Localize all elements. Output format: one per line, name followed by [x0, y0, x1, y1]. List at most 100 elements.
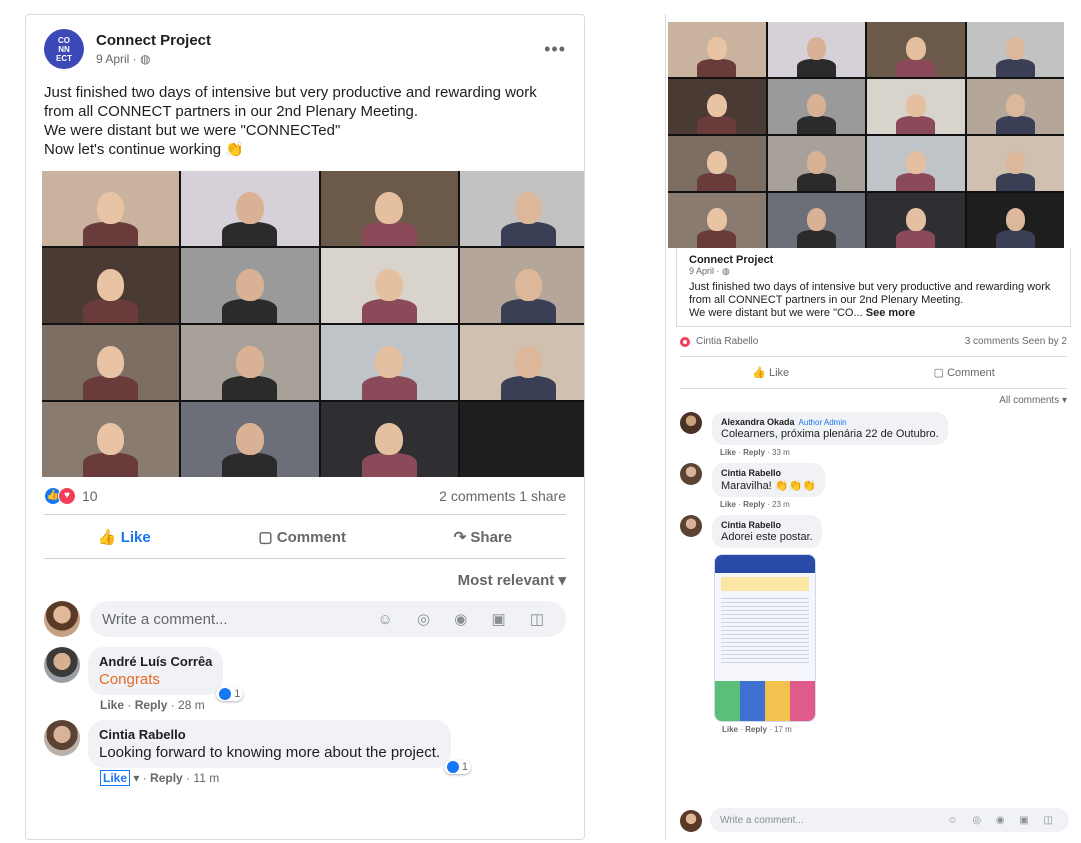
participant-tile [181, 402, 319, 477]
thumbs-up-icon: 👍 [97, 528, 117, 546]
comment-like-link[interactable]: Like [720, 448, 736, 457]
comment-like-link[interactable]: Like [100, 698, 124, 712]
comment-tools-icons[interactable]: ☺ ◎ ◉ ▣ ◫ [947, 815, 1059, 826]
love-reaction-icon [680, 336, 690, 347]
participant-tile [767, 193, 865, 248]
reaction-stats: Cintia Rabello 3 comments Seen by 2 [680, 327, 1067, 357]
participant-tile [966, 136, 1064, 191]
author-admin-badge: Author Admin [798, 418, 847, 427]
comment-like-badge[interactable]: 1 [443, 759, 472, 774]
poster-text-block [721, 595, 809, 665]
participant-tile [966, 193, 1064, 248]
participant-tile [459, 248, 584, 323]
page-name[interactable]: Connect Project [96, 32, 211, 49]
comment-item: Cintia Rabello Looking forward to knowin… [44, 720, 566, 786]
participant-tile [867, 193, 965, 248]
like-button[interactable]: 👍 Like [752, 366, 789, 379]
globe-icon: ◍ [140, 52, 151, 66]
commenter-avatar[interactable] [680, 412, 702, 434]
connect-logo-avatar[interactable]: CO NN ECT [44, 29, 84, 69]
participant-tile [867, 136, 965, 191]
reaction-count[interactable]: 10 [82, 488, 98, 504]
participant-tile [181, 248, 319, 323]
commenter-avatar[interactable] [680, 515, 702, 537]
comment-reply-link[interactable]: Reply [743, 448, 765, 457]
post-text-line: Just finished two days of intensive but … [44, 84, 537, 120]
commenter-name[interactable]: Cintia Rabello [721, 520, 813, 530]
comment-text: Looking forward to knowing more about th… [99, 744, 441, 761]
participant-tile [42, 402, 180, 477]
participant-tile [966, 79, 1064, 134]
comment-tools-icons[interactable]: ☺ ◎ ◉ ▣ ◫ [377, 610, 554, 628]
participant-tile [320, 248, 458, 323]
comment-like-link[interactable]: Like [100, 770, 131, 786]
comment-text: Colearners, próxima plenária 22 de Outub… [721, 428, 939, 440]
commenter-avatar[interactable] [44, 647, 80, 683]
comment-button[interactable]: ▢ Comment [258, 528, 346, 546]
post-actions: 👍 Like ▢ Comment [680, 357, 1067, 389]
like-button[interactable]: 👍 Like [98, 528, 151, 546]
participant-tile [320, 325, 458, 400]
attached-poster-image[interactable] [714, 554, 816, 722]
participant-tile [320, 171, 458, 246]
comment-icon: ▢ [258, 528, 273, 546]
comment-bubble: Alexandra Okada Author Admin Colearners, … [712, 412, 948, 445]
comment-time: · 28 m [170, 698, 205, 712]
participant-tile [42, 248, 180, 323]
comment-like-link[interactable]: Like [722, 725, 738, 734]
comment-input[interactable]: Write a comment... ☺ ◎ ◉ ▣ ◫ [90, 601, 566, 637]
thumbs-up-icon: 👍 [752, 367, 766, 379]
commenter-name[interactable]: André Luís Corrêa [99, 654, 212, 669]
participant-tile [867, 22, 965, 77]
comment-item: Cintia Rabello Adorei este postar. [680, 515, 1067, 548]
page-name[interactable]: Connect Project [689, 254, 1058, 266]
poster-footer-images [715, 681, 815, 721]
participant-tile [459, 402, 584, 477]
participant-tile [668, 79, 766, 134]
comment-icon: ▢ [933, 367, 945, 379]
video-call-screenshot[interactable] [42, 171, 584, 477]
commenter-name[interactable]: Cintia Rabello [721, 468, 816, 478]
share-button[interactable]: ↷ Share [454, 528, 512, 546]
participant-tile [767, 136, 865, 191]
comment-actions: Like · Reply · 23 m [720, 500, 790, 509]
post-header: CO NN ECT Connect Project 9 April · ◍ ••• [44, 15, 566, 83]
comment-button[interactable]: ▢ Comment [934, 366, 995, 379]
commenter-name[interactable]: Alexandra Okada [721, 417, 795, 427]
more-options-icon[interactable]: ••• [544, 39, 566, 60]
comment-text: Congrats [99, 671, 160, 688]
comment-input[interactable]: Write a comment... ☺ ◎ ◉ ▣ ◫ [710, 808, 1069, 832]
poster-header [715, 555, 815, 573]
post-date[interactable]: 9 April · ◍ [96, 52, 211, 66]
commenter-avatar[interactable] [680, 463, 702, 485]
participant-tile [320, 402, 458, 477]
love-reaction-icon: ♥ [58, 486, 76, 505]
like-icon [446, 761, 459, 773]
reaction-icons[interactable]: 👍 ♥ [44, 486, 76, 505]
comment-filter-dropdown[interactable]: All comments ▾ [680, 395, 1067, 406]
post-preview-card[interactable]: Connect Project 9 April · ◍ Just finishe… [676, 248, 1071, 327]
participant-tile [668, 136, 766, 191]
video-call-screenshot[interactable] [668, 22, 1064, 248]
see-more-link[interactable]: See more [866, 307, 916, 319]
participant-tile [181, 325, 319, 400]
participant-tile [459, 325, 584, 400]
comment-reply-link[interactable]: Reply [745, 725, 767, 734]
reactor-name[interactable]: Cintia Rabello [696, 336, 758, 347]
comment-like-link[interactable]: Like [720, 500, 736, 509]
comments-seen-count[interactable]: 3 comments Seen by 2 [965, 336, 1067, 347]
commenter-name[interactable]: Cintia Rabello [99, 727, 440, 742]
commenter-line: Alexandra Okada Author Admin [721, 417, 939, 427]
comments-shares-count[interactable]: 2 comments 1 share [439, 488, 566, 504]
comment-reply-link[interactable]: Reply [135, 698, 168, 712]
participant-tile [767, 79, 865, 134]
participant-tile [867, 79, 965, 134]
comment-reply-link[interactable]: Reply [743, 500, 765, 509]
facebook-post-mobile: Connect Project 9 April · ◍ Just finishe… [665, 14, 1081, 840]
comment-like-badge[interactable]: 1 [216, 686, 244, 701]
commenter-avatar[interactable] [44, 720, 80, 756]
comment-actions: Like ▾ · Reply · 11 m [88, 770, 451, 786]
comment-sort-dropdown[interactable]: Most relevant ▾ [44, 571, 566, 589]
participant-tile [42, 325, 180, 400]
comment-reply-link[interactable]: Reply [150, 771, 183, 785]
